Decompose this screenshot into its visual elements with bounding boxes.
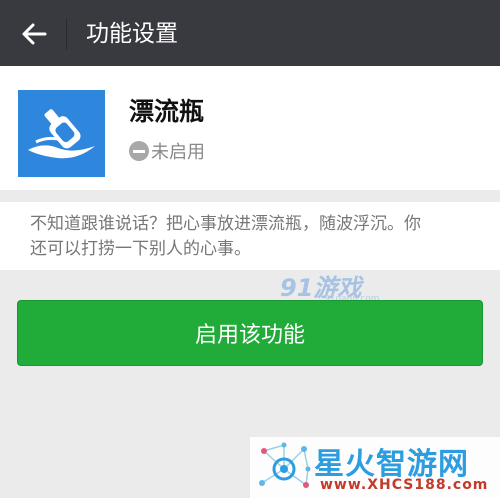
app-name: 漂流瓶 (129, 97, 205, 126)
back-button[interactable] (12, 12, 56, 56)
network-logo-icon (259, 442, 311, 488)
app-info-card: 漂流瓶 未启用 (0, 66, 500, 190)
header-divider (66, 18, 67, 50)
watermark-site-url: www.XHCS188.com (320, 477, 489, 493)
description-line-2: 还可以打捞一下别人的心事。 (30, 239, 251, 259)
app-status: 未启用 (129, 138, 205, 164)
page-title: 功能设置 (86, 21, 178, 47)
description-panel: 不知道跟谁说话？把心事放进漂流瓶，随波浮沉。你 还可以打捞一下别人的心事。 (0, 202, 500, 270)
status-text: 未启用 (151, 142, 205, 163)
minus-circle-icon (129, 141, 149, 161)
bottle-icon (18, 90, 105, 177)
watermark-xinghuo: 星火智游网 www.XHCS188.com (250, 437, 500, 498)
watermark-91-logo: 91游戏 91danji.com (280, 268, 379, 304)
arrow-left-icon (22, 23, 47, 45)
description-line-1: 不知道跟谁说话？把心事放进漂流瓶，随波浮沉。你 (30, 214, 421, 234)
description-text: 不知道跟谁说话？把心事放进漂流瓶，随波浮沉。你 还可以打捞一下别人的心事。 (30, 212, 475, 262)
top-bar: 功能设置 (0, 0, 500, 66)
enable-feature-button[interactable]: 启用该功能 (17, 300, 483, 366)
